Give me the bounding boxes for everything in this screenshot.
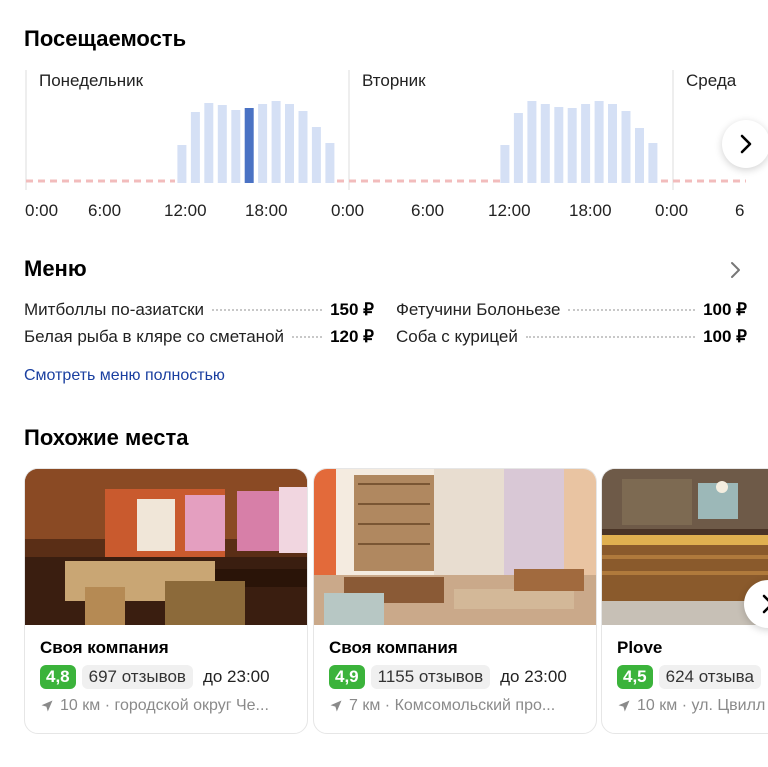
place-location: 7 км · Комсомольский про...	[329, 697, 591, 715]
menu-item-price: 100 ₽	[703, 300, 747, 319]
tick-label: 12:00	[488, 201, 531, 220]
similar-places-title: Похожие места	[24, 425, 189, 450]
attendance-bar	[285, 104, 294, 183]
place-card[interactable]: Plove 4,5 624 отзыва 10 км · ул. Цвилл	[601, 468, 768, 734]
place-location-text: 10 км · ул. Цвилл	[637, 697, 766, 714]
place-meta: 4,8 697 отзывов до 23:00	[40, 665, 270, 689]
attendance-bar	[325, 143, 335, 183]
place-name: Plove	[617, 638, 663, 657]
attendance-bar	[217, 105, 227, 183]
reviews-badge: 624 отзыва	[658, 665, 761, 689]
attendance-bar	[594, 101, 604, 183]
attendance-bar	[540, 104, 550, 183]
attendance-bar	[500, 145, 510, 183]
place-card[interactable]: Своя компания 4,9 1155 отзывов до 23:00 …	[313, 468, 597, 734]
attendance-bar	[177, 145, 187, 183]
attendance-bar	[204, 103, 214, 183]
attendance-bar	[635, 128, 644, 183]
menu-item-name: Митболлы по-азиатски	[24, 300, 205, 319]
attendance-bar	[190, 112, 200, 183]
menu-item-price: 120 ₽	[330, 327, 374, 346]
tick-label: 0:00	[331, 201, 364, 220]
attendance-bar	[567, 108, 577, 183]
menu-item-leader	[568, 309, 696, 311]
menu-item-price: 100 ₽	[703, 327, 747, 346]
menu-item-leader	[525, 336, 696, 338]
place-location: 10 км · городской округ Че...	[40, 697, 302, 715]
menu-item-name: Соба с курицей	[396, 327, 518, 346]
menu-item-leader	[292, 336, 323, 338]
menu-item[interactable]: Фетучини Болоньезе 100 ₽	[396, 300, 747, 320]
place-photo	[314, 469, 596, 625]
day-label-tuesday: Вторник	[362, 71, 426, 90]
place-photo	[25, 469, 307, 625]
tick-label: 12:00	[164, 201, 207, 220]
attendance-bar-current	[244, 108, 254, 183]
attendance-title: Посещаемость	[24, 26, 187, 51]
menu-item-name: Фетучини Болоньезе	[396, 300, 561, 319]
menu-item[interactable]: Белая рыба в кляре со сметаной 120 ₽	[24, 327, 374, 347]
rating-badge: 4,5	[617, 665, 653, 689]
attendance-bar	[513, 113, 523, 183]
opening-hours: до 23:00	[500, 667, 567, 686]
location-arrow-icon	[618, 700, 630, 712]
chevron-right-icon	[740, 134, 752, 154]
tick-label: 18:00	[569, 201, 612, 220]
menu-item-name: Белая рыба в кляре со сметаной	[24, 327, 285, 346]
attendance-bar	[554, 107, 564, 183]
attendance-bar	[648, 143, 658, 183]
rating-badge: 4,9	[329, 665, 365, 689]
attendance-bar	[581, 104, 591, 183]
day-label-monday: Понедельник	[39, 71, 144, 90]
tick-label: 6	[735, 201, 744, 220]
attendance-bar	[527, 101, 537, 183]
tick-label: 18:00	[245, 201, 288, 220]
place-card[interactable]: Своя компания 4,8 697 отзывов до 23:00 1…	[24, 468, 308, 734]
rating-badge: 4,8	[40, 665, 76, 689]
place-location-text: 7 км · Комсомольский про...	[349, 697, 556, 714]
chevron-right-icon	[762, 594, 768, 614]
menu-item-price: 150 ₽	[330, 300, 374, 319]
attendance-bar	[231, 110, 241, 183]
reviews-badge: 1155 отзывов	[370, 665, 491, 689]
day-label-wednesday: Среда	[686, 71, 737, 90]
opening-hours: до 23:00	[202, 667, 270, 686]
menu-title: Меню	[24, 256, 87, 281]
similar-places-carousel: Своя компания 4,8 697 отзывов до 23:00 1…	[24, 468, 768, 734]
attendance-bar	[298, 111, 308, 183]
attendance-bar	[258, 104, 268, 183]
attendance-bar	[311, 127, 321, 183]
menu-item[interactable]: Митболлы по-азиатски 150 ₽	[24, 300, 374, 320]
reviews-badge: 697 отзывов	[81, 665, 193, 689]
location-arrow-icon	[330, 700, 342, 712]
menu-item[interactable]: Соба с курицей 100 ₽	[396, 327, 747, 347]
chevron-right-icon[interactable]	[726, 260, 746, 280]
location-arrow-icon	[41, 700, 53, 712]
place-name: Своя компания	[329, 638, 458, 657]
place-name: Своя компания	[40, 638, 169, 657]
tick-label: 0:00	[655, 201, 688, 220]
attendance-bar	[271, 101, 281, 183]
attendance-bar	[608, 104, 617, 183]
place-location-text: 10 км · городской округ Че...	[60, 697, 269, 714]
place-meta: 4,5 624 отзыва	[617, 665, 761, 689]
tick-label: 0:00	[25, 201, 58, 220]
tick-label: 6:00	[411, 201, 444, 220]
chart-next-button[interactable]	[722, 120, 768, 168]
tick-label: 6:00	[88, 201, 121, 220]
full-menu-link[interactable]: Смотреть меню полностью	[24, 367, 225, 385]
menu-item-leader	[212, 309, 323, 311]
place-meta: 4,9 1155 отзывов до 23:00	[329, 665, 567, 689]
attendance-bar	[621, 111, 631, 183]
attendance-chart: Понедельник Вторник Среда 0:00 6:00 12:0…	[25, 70, 746, 220]
place-location: 10 км · ул. Цвилл	[617, 697, 768, 715]
